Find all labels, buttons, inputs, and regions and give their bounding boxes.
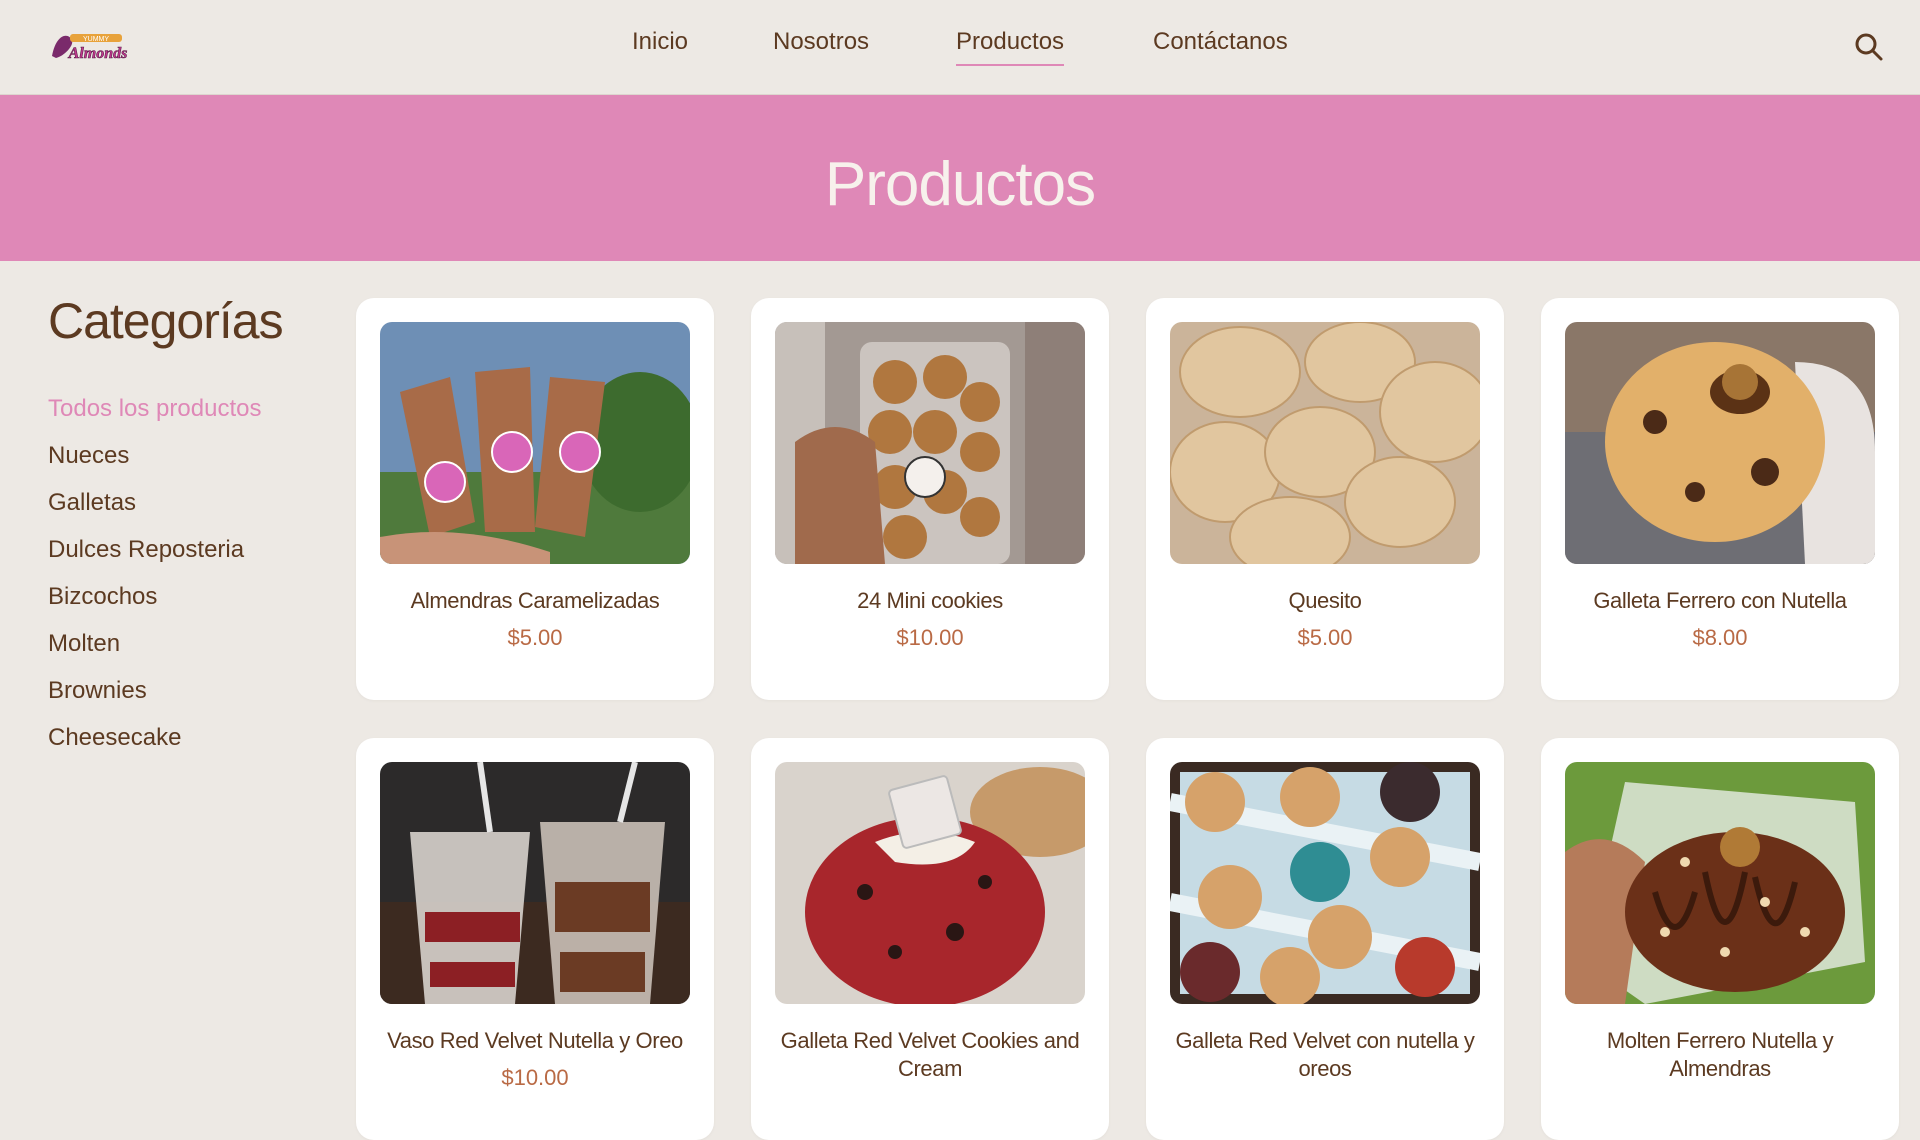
- nav-item-contactanos[interactable]: Contáctanos: [1153, 28, 1288, 64]
- product-name[interactable]: Quesito: [1160, 587, 1490, 615]
- product-card[interactable]: Almendras Caramelizadas $5.00: [356, 298, 714, 700]
- product-name[interactable]: 24 Mini cookies: [765, 587, 1095, 615]
- nav-item-inicio[interactable]: Inicio: [632, 28, 688, 64]
- product-image[interactable]: [1170, 762, 1480, 1004]
- product-name[interactable]: Galleta Ferrero con Nutella: [1555, 587, 1885, 615]
- category-list: Todos los productos Nueces Galletas Dulc…: [48, 394, 328, 770]
- product-image[interactable]: [380, 762, 690, 1004]
- product-image[interactable]: [1565, 322, 1875, 564]
- product-image[interactable]: [775, 762, 1085, 1004]
- sidebar-title: Categorías: [48, 293, 284, 349]
- category-item-brownies[interactable]: Brownies: [48, 676, 328, 723]
- search-button[interactable]: [1852, 30, 1886, 64]
- category-item-molten[interactable]: Molten: [48, 629, 328, 676]
- category-item-todos[interactable]: Todos los productos: [48, 394, 328, 441]
- search-icon: [1855, 33, 1883, 61]
- category-item-cheesecake[interactable]: Cheesecake: [48, 723, 328, 770]
- product-name[interactable]: Galleta Red Velvet con nutella y oreos: [1160, 1027, 1490, 1083]
- category-sidebar: Categorías Todos los productos Nueces Ga…: [48, 292, 328, 770]
- product-price: $5.00: [1297, 625, 1353, 650]
- product-price: $8.00: [1692, 625, 1748, 650]
- product-image[interactable]: [380, 322, 690, 564]
- product-card[interactable]: Galleta Red Velvet con nutella y oreos: [1146, 738, 1504, 1140]
- main-nav: Inicio Nosotros Productos Contáctanos: [0, 0, 1920, 95]
- product-card[interactable]: Quesito $5.00: [1146, 298, 1504, 700]
- product-card[interactable]: Galleta Red Velvet Cookies and Cream: [751, 738, 1109, 1140]
- product-image[interactable]: [775, 322, 1085, 564]
- product-card[interactable]: Molten Ferrero Nutella y Almendras: [1541, 738, 1899, 1140]
- nav-item-productos[interactable]: Productos: [956, 28, 1065, 66]
- page-banner: Productos: [0, 95, 1920, 261]
- nav-item-nosotros[interactable]: Nosotros: [773, 28, 869, 64]
- category-item-galletas[interactable]: Galletas: [48, 488, 328, 535]
- product-name[interactable]: Almendras Caramelizadas: [370, 587, 700, 615]
- page-title: Productos: [824, 149, 1096, 219]
- product-card[interactable]: 24 Mini cookies $10.00: [751, 298, 1109, 700]
- product-name[interactable]: Galleta Red Velvet Cookies and Cream: [765, 1027, 1095, 1083]
- product-name[interactable]: Molten Ferrero Nutella y Almendras: [1555, 1027, 1885, 1083]
- product-price: $10.00: [896, 625, 964, 650]
- category-item-bizcochos[interactable]: Bizcochos: [48, 582, 328, 629]
- product-price: $5.00: [507, 625, 563, 650]
- product-image[interactable]: [1170, 322, 1480, 564]
- product-image[interactable]: [1565, 762, 1875, 1004]
- category-item-nueces[interactable]: Nueces: [48, 441, 328, 488]
- category-item-dulces-reposteria[interactable]: Dulces Reposteria: [48, 535, 328, 582]
- product-name[interactable]: Vaso Red Velvet Nutella y Oreo: [370, 1027, 700, 1055]
- product-card[interactable]: Galleta Ferrero con Nutella $8.00: [1541, 298, 1899, 700]
- product-card[interactable]: Vaso Red Velvet Nutella y Oreo $10.00: [356, 738, 714, 1140]
- site-header: YUMMY Almonds Inicio Nosotros Productos …: [0, 0, 1920, 95]
- product-price: $10.00: [501, 1065, 569, 1090]
